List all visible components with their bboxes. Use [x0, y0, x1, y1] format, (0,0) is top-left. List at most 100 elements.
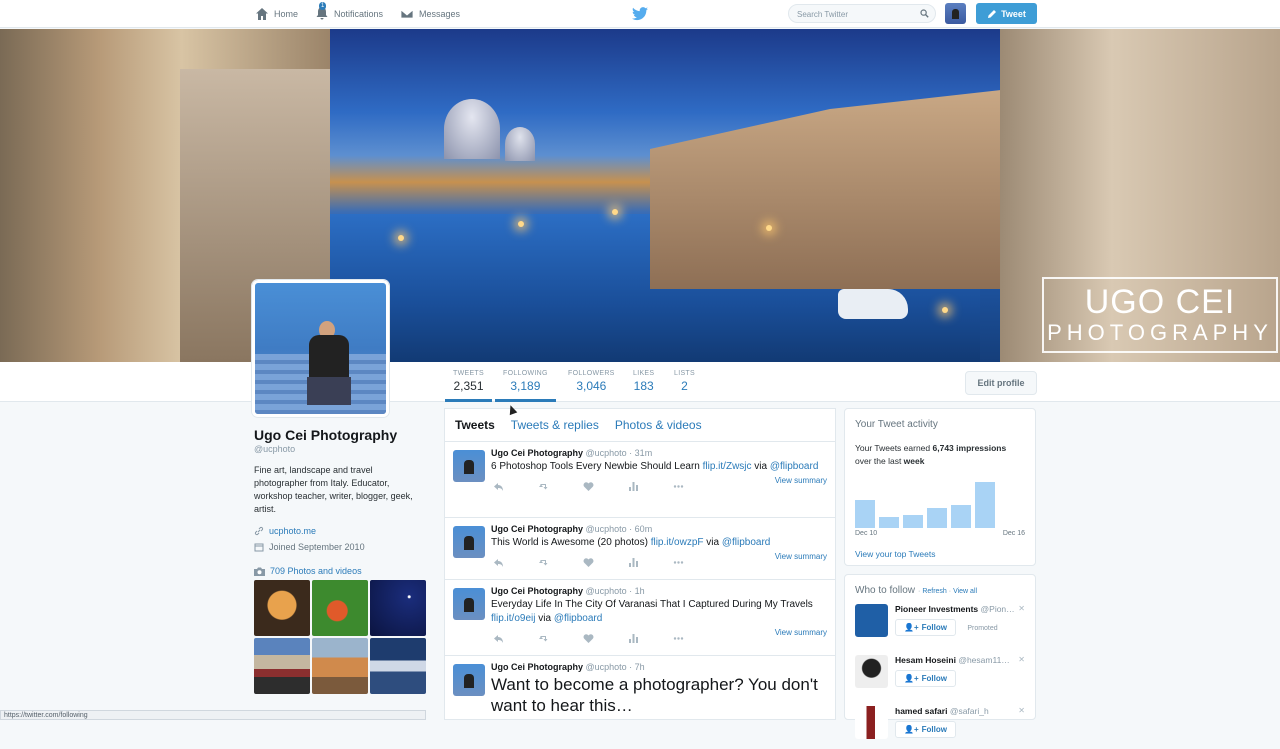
follow-button[interactable]: 👤+ Follow	[895, 619, 956, 636]
tweet-avatar[interactable]	[453, 588, 485, 620]
profile-banner[interactable]: UGO CEI PHOTOGRAPHY	[0, 29, 1280, 362]
dismiss-icon[interactable]: ✕	[1018, 604, 1025, 613]
tweet-author[interactable]: Ugo Cei Photography	[491, 586, 583, 596]
retweet-icon[interactable]	[538, 557, 549, 568]
website-link[interactable]: ucphoto.me	[269, 526, 316, 536]
tweet-mention[interactable]: @flipboard	[722, 537, 771, 548]
account-avatar[interactable]	[945, 3, 966, 24]
dismiss-icon[interactable]: ✕	[1018, 706, 1025, 715]
photos-link-label[interactable]: 709 Photos and videos	[270, 566, 362, 576]
tweet-author[interactable]: Ugo Cei Photography	[491, 662, 583, 672]
retweet-icon[interactable]	[538, 481, 549, 492]
activity-bar-labels: Dec 10 Dec 16	[855, 530, 1025, 537]
profile-handle[interactable]: @ucphoto	[254, 444, 434, 454]
stat-label: FOLLOWERS	[568, 370, 615, 377]
reply-icon[interactable]	[493, 557, 504, 568]
suggestion-name[interactable]: Hesam Hoseini	[895, 655, 956, 665]
activity-line2: over the last	[855, 456, 904, 466]
tweet-link[interactable]: flip.it/o9eij	[491, 613, 535, 624]
tweet-mention[interactable]: @flipboard	[770, 461, 819, 472]
refresh-link[interactable]: Refresh	[922, 588, 947, 595]
tab-tweets[interactable]: Tweets	[455, 418, 495, 432]
tweet-author[interactable]: Ugo Cei Photography	[491, 524, 583, 534]
like-icon[interactable]	[583, 557, 594, 568]
view-summary-link[interactable]: View summary	[775, 476, 827, 485]
watermark-line2: PHOTOGRAPHY	[1047, 320, 1273, 345]
tweet-avatar[interactable]	[453, 664, 485, 696]
stat-lists[interactable]: LISTS 2	[674, 370, 695, 393]
tweet-avatar[interactable]	[453, 526, 485, 558]
suggestion-name[interactable]: hamed safari	[895, 706, 947, 716]
photo-thumbnail[interactable]	[254, 580, 310, 636]
analytics-icon[interactable]	[628, 481, 639, 492]
tweet-meta: @ucphoto · 7h	[585, 662, 645, 672]
activity-bar[interactable]	[975, 482, 995, 528]
nav-notifications[interactable]: 1 Notifications	[315, 2, 383, 22]
twitter-bird-icon[interactable]	[632, 7, 648, 21]
reply-icon[interactable]	[493, 633, 504, 644]
view-summary-link[interactable]: View summary	[775, 552, 827, 561]
photo-grid	[254, 580, 434, 694]
view-top-tweets-link[interactable]: View your top Tweets	[855, 549, 935, 559]
activity-summary: Your Tweets earned 6,743 impressions ove…	[855, 442, 1025, 468]
activity-bar[interactable]	[951, 505, 971, 528]
photo-thumbnail[interactable]	[312, 638, 368, 694]
stat-followers[interactable]: FOLLOWERS 3,046	[568, 370, 615, 393]
more-icon[interactable]	[673, 481, 684, 492]
tweet[interactable]: Ugo Cei Photography @ucphoto · 7h Want t…	[445, 656, 835, 719]
tab-photos-videos[interactable]: Photos & videos	[615, 418, 702, 432]
tweet-link[interactable]: flip.it/Zwsjc	[703, 461, 752, 472]
profile-avatar[interactable]	[252, 280, 389, 417]
activity-bar[interactable]	[879, 517, 899, 528]
more-icon[interactable]	[673, 633, 684, 644]
stat-following[interactable]: FOLLOWING 3,189	[495, 370, 556, 402]
suggestion-avatar[interactable]	[855, 604, 888, 637]
tweet-avatar[interactable]	[453, 450, 485, 482]
activity-bar-chart[interactable]	[855, 478, 1025, 528]
tweet[interactable]: Ugo Cei Photography @ucphoto · 60m This …	[445, 518, 835, 580]
stat-tweets[interactable]: TWEETS 2,351	[445, 370, 492, 402]
photo-thumbnail[interactable]	[254, 638, 310, 694]
tweet-text: This World is Awesome (20 photos) flip.i…	[491, 536, 827, 550]
suggestion-name[interactable]: Pioneer Investments	[895, 604, 978, 614]
photo-thumbnail[interactable]	[370, 638, 426, 694]
follow-button[interactable]: 👤+ Follow	[895, 721, 956, 738]
stat-likes[interactable]: LIKES 183	[633, 370, 654, 393]
photos-videos-link[interactable]: 709 Photos and videos	[254, 566, 434, 576]
like-icon[interactable]	[583, 633, 594, 644]
activity-bar[interactable]	[903, 515, 923, 528]
photo-thumbnail[interactable]	[312, 580, 368, 636]
reply-icon[interactable]	[493, 481, 504, 492]
follow-button[interactable]: 👤+ Follow	[895, 670, 956, 687]
tweet[interactable]: Ugo Cei Photography @ucphoto · 1h Everyd…	[445, 580, 835, 656]
edit-profile-button[interactable]: Edit profile	[965, 371, 1037, 395]
view-summary-link[interactable]: View summary	[775, 628, 827, 637]
search-input[interactable]: Search Twitter	[788, 4, 936, 23]
tweet-mention[interactable]: @flipboard	[554, 613, 603, 624]
retweet-icon[interactable]	[538, 633, 549, 644]
tweet[interactable]: Ugo Cei Photography @ucphoto · 31m 6 Pho…	[445, 442, 835, 518]
compose-tweet-button[interactable]: Tweet	[976, 3, 1037, 24]
tweet-link[interactable]: flip.it/owzpF	[651, 537, 704, 548]
dismiss-icon[interactable]: ✕	[1018, 655, 1025, 664]
analytics-icon[interactable]	[628, 557, 639, 568]
suggestion-avatar[interactable]	[855, 655, 888, 688]
stat-value: 3,046	[576, 379, 607, 393]
analytics-icon[interactable]	[628, 633, 639, 644]
banner-light	[398, 235, 404, 241]
view-all-link[interactable]: View all	[953, 588, 977, 595]
nav-messages[interactable]: Messages	[400, 6, 460, 22]
tab-tweets-replies[interactable]: Tweets & replies	[511, 418, 599, 432]
activity-bar[interactable]	[855, 500, 875, 528]
profile-name[interactable]: Ugo Cei Photography	[254, 427, 434, 443]
envelope-icon	[400, 9, 414, 19]
suggestion-avatar[interactable]	[855, 706, 888, 739]
like-icon[interactable]	[583, 481, 594, 492]
more-icon[interactable]	[673, 557, 684, 568]
search-icon[interactable]	[920, 9, 929, 18]
nav-home[interactable]: Home	[255, 6, 298, 22]
photo-thumbnail[interactable]	[370, 580, 426, 636]
activity-bar[interactable]	[927, 508, 947, 528]
tweet-author[interactable]: Ugo Cei Photography	[491, 448, 583, 458]
stat-value: 2,351	[453, 379, 484, 393]
